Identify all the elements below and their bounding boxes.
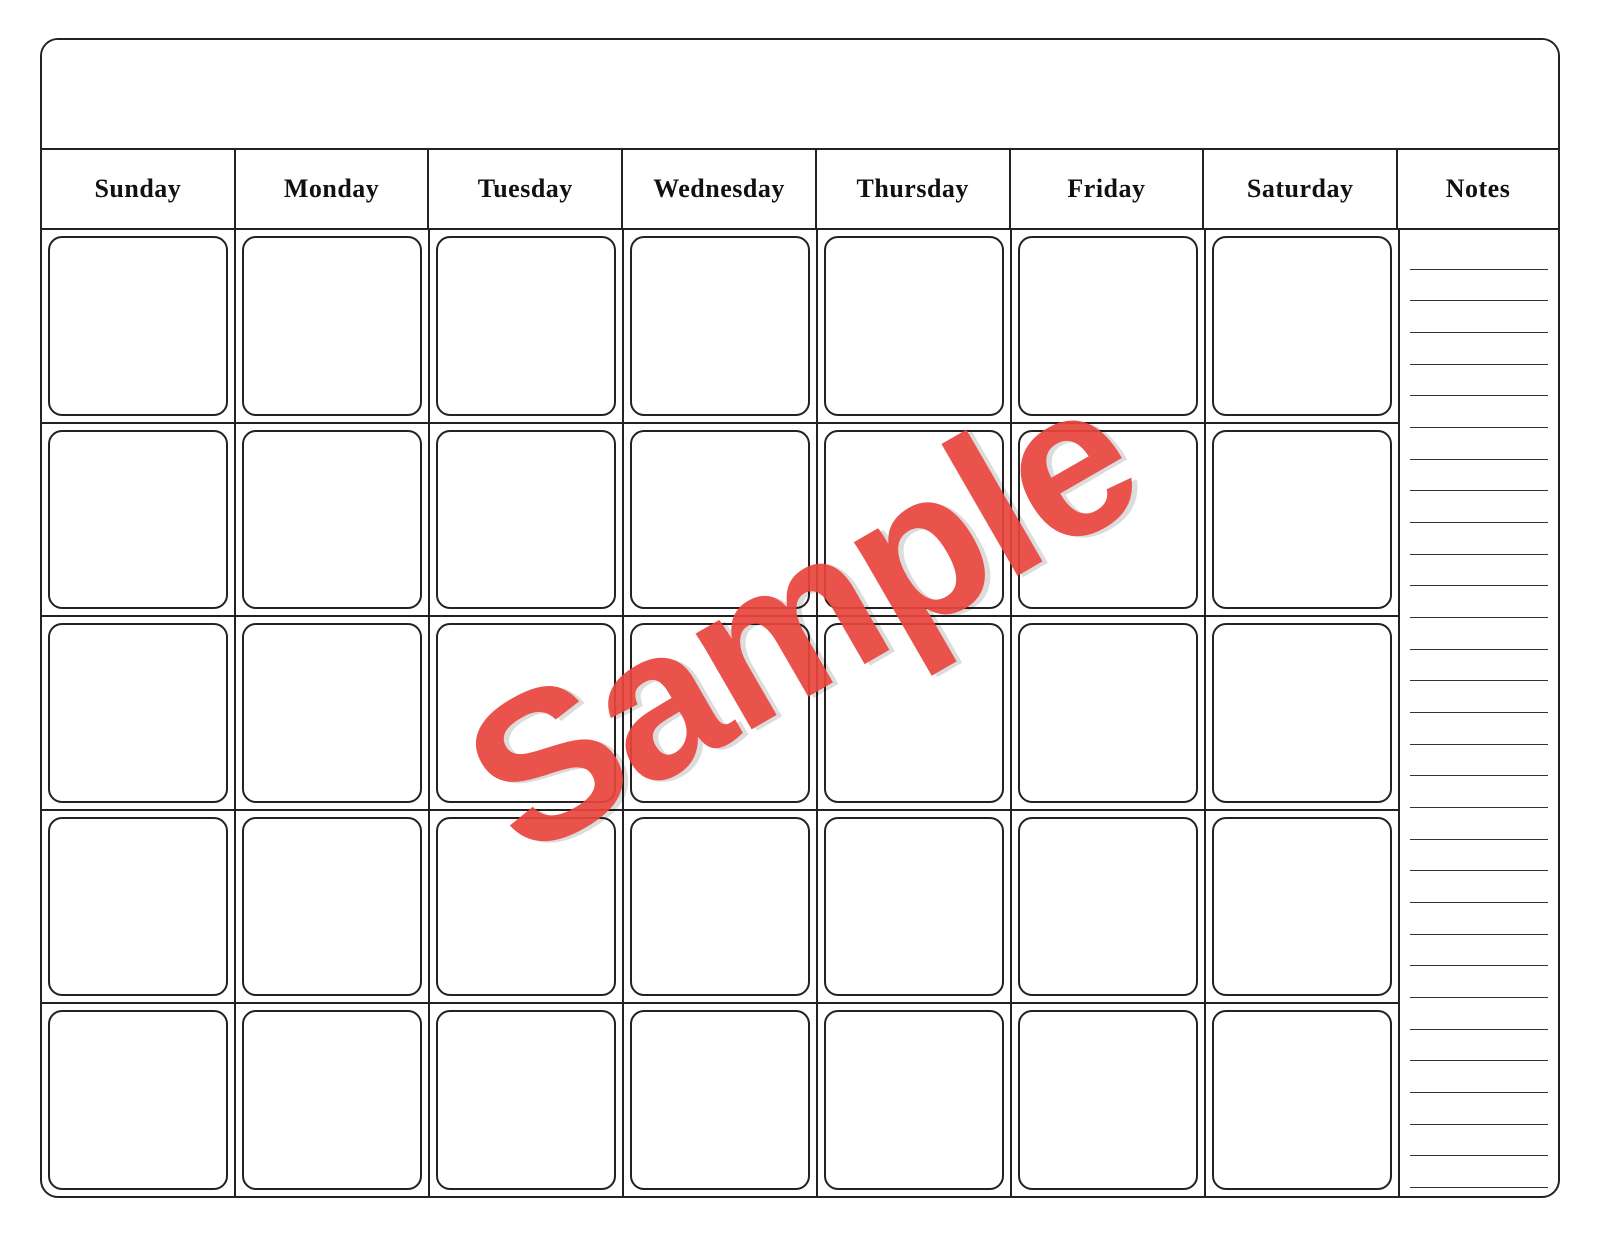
day-cell[interactable] [818,617,1012,809]
day-cell[interactable] [624,230,818,422]
day-cell[interactable] [1012,811,1206,1003]
header-friday: Friday [1011,150,1205,228]
day-cell[interactable] [236,617,430,809]
note-line [1410,998,1548,1030]
day-cell[interactable] [42,617,236,809]
day-cell[interactable] [430,617,624,809]
header-wednesday: Wednesday [623,150,817,228]
header-thursday: Thursday [817,150,1011,228]
note-line [1410,1061,1548,1093]
days-grid [42,230,1398,1196]
day-cell[interactable] [1206,1004,1398,1196]
day-cell[interactable] [42,811,236,1003]
day-cell[interactable] [624,811,818,1003]
header-notes: Notes [1398,150,1558,228]
title-row [42,40,1558,150]
note-line [1410,238,1548,270]
note-line [1410,713,1548,745]
day-cell[interactable] [430,811,624,1003]
header-monday: Monday [236,150,430,228]
day-cell[interactable] [430,424,624,616]
day-cell[interactable] [430,1004,624,1196]
week-row-5 [42,1004,1398,1196]
note-line [1410,1093,1548,1125]
day-cell[interactable] [42,230,236,422]
calendar-container: Sunday Monday Tuesday Wednesday Thursday… [40,38,1560,1198]
day-cell[interactable] [624,617,818,809]
day-cell[interactable] [1206,230,1398,422]
note-line [1410,428,1548,460]
note-line [1410,1030,1548,1062]
note-line [1410,301,1548,333]
note-line [1410,396,1548,428]
notes-column [1398,230,1558,1196]
day-cell[interactable] [430,230,624,422]
day-cell[interactable] [624,1004,818,1196]
week-row-2 [42,424,1398,618]
day-cell[interactable] [1206,811,1398,1003]
week-row-1 [42,230,1398,424]
header-saturday: Saturday [1204,150,1398,228]
day-cell[interactable] [42,424,236,616]
note-line [1410,1156,1548,1188]
note-line [1410,460,1548,492]
note-line [1410,745,1548,777]
day-cell[interactable] [236,811,430,1003]
note-line [1410,491,1548,523]
day-cell[interactable] [42,1004,236,1196]
note-line [1410,903,1548,935]
header-sunday: Sunday [42,150,236,228]
day-cell[interactable] [1206,617,1398,809]
note-line [1410,776,1548,808]
note-line [1410,966,1548,998]
day-cell[interactable] [818,424,1012,616]
note-line [1410,808,1548,840]
day-cell[interactable] [1012,424,1206,616]
note-line [1410,618,1548,650]
day-cell[interactable] [1206,424,1398,616]
header-tuesday: Tuesday [429,150,623,228]
note-line [1410,523,1548,555]
note-line [1410,935,1548,967]
week-row-3 [42,617,1398,811]
day-cell[interactable] [818,811,1012,1003]
note-line [1410,333,1548,365]
day-cell[interactable] [1012,230,1206,422]
week-row-4 [42,811,1398,1005]
note-line [1410,586,1548,618]
note-line [1410,365,1548,397]
note-line [1410,270,1548,302]
day-cell[interactable] [1012,1004,1206,1196]
note-line [1410,871,1548,903]
day-cell[interactable] [236,1004,430,1196]
header-row: Sunday Monday Tuesday Wednesday Thursday… [42,150,1558,230]
note-line [1410,650,1548,682]
day-cell[interactable] [236,230,430,422]
day-cell[interactable] [624,424,818,616]
day-cell[interactable] [818,1004,1012,1196]
day-cell[interactable] [818,230,1012,422]
grid-area [42,230,1558,1196]
note-line [1410,555,1548,587]
day-cell[interactable] [236,424,430,616]
note-line [1410,840,1548,872]
note-line [1410,1125,1548,1157]
note-line [1410,681,1548,713]
day-cell[interactable] [1012,617,1206,809]
